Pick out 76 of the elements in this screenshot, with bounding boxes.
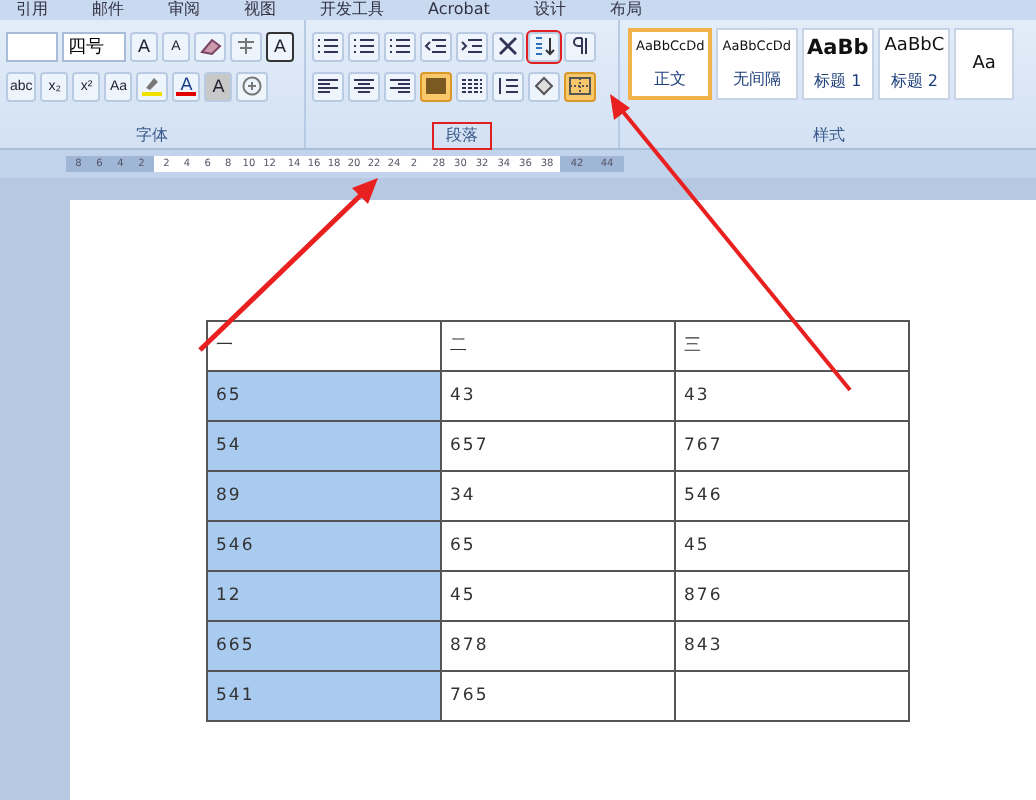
table-cell: 45 (441, 571, 675, 621)
table-cell: 767 (675, 421, 909, 471)
sort-icon (532, 36, 556, 56)
ribbon-tab[interactable]: 审阅 (168, 0, 200, 20)
group-label: 字体 (134, 124, 170, 148)
group-label: 段落 (434, 124, 490, 148)
ribbon-tab[interactable]: 布局 (609, 0, 642, 20)
alignment-icon (424, 76, 448, 96)
style-gallery-item[interactable]: Aa (954, 28, 1015, 100)
ribbon-tab[interactable]: 设计 (533, 0, 566, 20)
table-cell: 876 (675, 571, 909, 621)
style-name: 无间隔 (732, 68, 781, 91)
decrease-indent-icon (424, 36, 448, 56)
table-cell: 843 (675, 621, 909, 671)
line-spacing-icon (496, 76, 520, 96)
table-cell: 34 (441, 471, 675, 521)
ribbon-tab[interactable]: 引用 (16, 0, 48, 20)
enclosed-character-icon (240, 76, 265, 96)
font-size-field[interactable]: 四号 (62, 31, 126, 61)
table-header-cell: 二 (441, 321, 675, 371)
table-cell: 43 (675, 371, 909, 421)
alignment-button[interactable] (348, 71, 380, 101)
font-name-field[interactable] (6, 31, 58, 61)
multilevel-list-icon (388, 36, 412, 56)
increase-indent-icon (460, 36, 484, 56)
table-header-cell: 一 (207, 321, 441, 371)
bullets-icon (316, 36, 340, 56)
style-preview: AaBb (807, 35, 869, 60)
alignment-icon (352, 76, 376, 96)
table-header-cell: 三 (675, 321, 909, 371)
paragraph-mark-icon (568, 36, 592, 56)
borders-icon (568, 76, 592, 96)
table-cell: 878 (441, 621, 675, 671)
alignment-icon (460, 76, 484, 96)
character-shading-button[interactable]: A (204, 71, 233, 101)
style-gallery-item[interactable]: AaBbC 标题 2 (878, 28, 951, 100)
alignment-icon (388, 76, 412, 96)
table-cell: 65 (441, 521, 675, 571)
table-cell: 546 (207, 521, 441, 571)
table-cell: 43 (441, 371, 675, 421)
sort-button[interactable] (528, 31, 560, 61)
font-color-button[interactable]: A (172, 71, 201, 101)
style-preview: AaBbC (884, 36, 945, 57)
style-name: 标题 1 (814, 70, 862, 93)
style-preview: Aa (972, 54, 996, 74)
style-name: 正文 (654, 67, 687, 90)
alignment-button[interactable] (420, 71, 452, 101)
alignment-button[interactable] (384, 71, 416, 101)
table-cell: 541 (207, 671, 441, 721)
alignment-button[interactable] (312, 71, 344, 101)
alignment-button[interactable] (456, 71, 488, 101)
paint-bucket-icon (532, 76, 556, 96)
table-cell: 89 (207, 471, 441, 521)
chinese-layout-icon (496, 36, 520, 56)
table-cell: 665 (207, 621, 441, 671)
highlighter-icon (140, 76, 165, 96)
ribbon-tab[interactable]: 视图 (244, 0, 276, 20)
table-cell: 657 (441, 421, 675, 471)
alignment-icon (316, 76, 340, 96)
numbering-icon (352, 36, 376, 56)
table-cell: 765 (441, 671, 675, 721)
phonetic-guide-icon (234, 36, 258, 56)
style-name: 标题 2 (890, 69, 938, 92)
ribbon-tab[interactable]: Acrobat (428, 0, 490, 20)
ribbon-tab[interactable]: 邮件 (92, 0, 124, 20)
table-cell: 54 (207, 421, 441, 471)
eraser-icon (198, 36, 222, 56)
style-gallery-item[interactable]: AaBb 标题 1 (801, 28, 875, 100)
table-cell: 45 (675, 521, 909, 571)
table-cell: 12 (207, 571, 441, 621)
table-cell: 65 (207, 371, 441, 421)
ribbon-tab[interactable]: 开发工具 (320, 0, 384, 20)
group-label: 样式 (811, 124, 847, 148)
table-cell: 546 (675, 471, 909, 521)
character-border-button[interactable]: A (266, 31, 294, 61)
grow-font-button[interactable]: A (130, 31, 158, 61)
